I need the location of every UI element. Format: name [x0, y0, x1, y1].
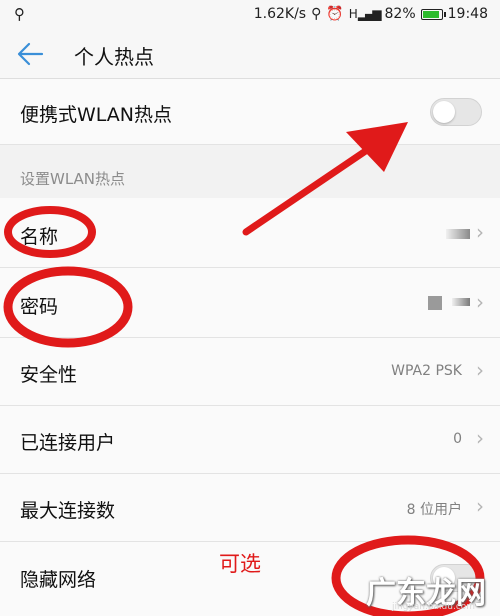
- chevron-right-icon: ›: [476, 426, 484, 450]
- signal-icon: H▂▄▆: [348, 7, 382, 21]
- watermark-url: jingyan.baidu.com: [392, 602, 476, 612]
- password-label: 密码: [20, 296, 59, 318]
- battery-percent: 82%: [384, 6, 416, 22]
- alarm-icon: ⏰: [326, 6, 344, 22]
- chevron-right-icon: ›: [476, 494, 484, 518]
- name-label: 名称: [20, 226, 59, 248]
- chevron-right-icon: ›: [476, 358, 484, 382]
- app-header: 个人热点: [0, 30, 500, 79]
- max-connections-value: 8 位用户: [406, 502, 462, 518]
- hide-network-label: 隐藏网络: [20, 569, 97, 591]
- password-value-blurred-2: [452, 298, 470, 306]
- section-title: 设置WLAN热点: [20, 170, 126, 188]
- setting-row-security[interactable]: 安全性 WPA2 PSK ›: [0, 338, 500, 406]
- setting-row-connected-users[interactable]: 已连接用户 0 ›: [0, 406, 500, 474]
- network-speed: 1.62K/s: [253, 6, 307, 22]
- status-bar: ⚲ 1.62K/s ⚲ ⏰ H▂▄▆ 82% 19:48: [0, 0, 500, 30]
- page-title: 个人热点: [74, 45, 154, 69]
- setting-row-max-connections[interactable]: 最大连接数 8 位用户 ›: [0, 474, 500, 542]
- usb-icon: ⚲: [14, 5, 25, 23]
- password-value-blurred: [428, 296, 442, 310]
- chevron-right-icon: ›: [476, 220, 484, 244]
- setting-row-password[interactable]: 密码 ›: [0, 268, 500, 338]
- hotspot-toggle-row[interactable]: 便携式WLAN热点: [0, 79, 500, 145]
- chevron-right-icon: ›: [476, 290, 484, 314]
- clock: 19:48: [447, 6, 488, 22]
- setting-row-name[interactable]: 名称 ›: [0, 198, 500, 268]
- optional-annotation-label: 可选: [219, 552, 261, 576]
- connected-users-label: 已连接用户: [20, 432, 116, 454]
- battery-icon: [420, 8, 446, 20]
- security-label: 安全性: [20, 364, 78, 386]
- back-arrow-icon[interactable]: [14, 38, 46, 70]
- hotspot-switch[interactable]: [430, 98, 482, 126]
- security-value: WPA2 PSK: [391, 363, 462, 379]
- hotspot-label: 便携式WLAN热点: [20, 104, 173, 126]
- usb-debug-icon: ⚲: [311, 6, 322, 22]
- connected-users-value: 0: [453, 431, 462, 447]
- status-right: 1.62K/s ⚲ ⏰ H▂▄▆ 82% 19:48: [254, 6, 488, 22]
- name-value-blurred: [446, 229, 470, 239]
- max-connections-label: 最大连接数: [20, 500, 116, 522]
